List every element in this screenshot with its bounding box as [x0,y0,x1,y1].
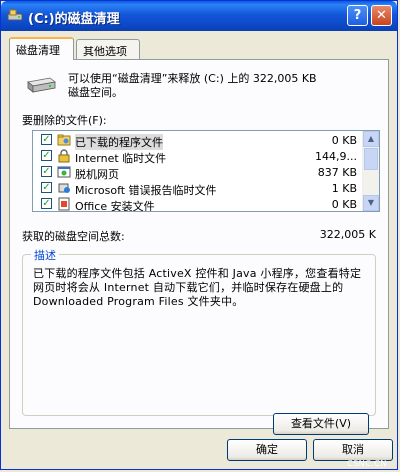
tab-more-options[interactable]: 其他选项 [76,39,140,59]
disk-cleanup-window: (C:)的磁盘清理 ? ✕ 磁盘清理 其他选项 可以使用“磁盘清理”来释放 (C… [0,0,398,470]
item-size: 0 KB [331,198,357,211]
file-list-label: 要删除的文件(F): [22,114,107,127]
summary-line-2: 磁盘空间。 [68,86,123,99]
list-item[interactable]: ✓ Office 安装文件 0 KB [33,196,363,212]
item-size: 837 KB [317,166,357,179]
watermark: CSNC.CN [347,459,387,468]
item-size: 1 KB [331,182,357,195]
list-item[interactable]: ✓ 已下载的程序文件 0 KB [33,132,363,150]
folder-icon [57,134,71,146]
total-space-label: 获取的磁盘空间总数: [22,230,125,243]
tab-disk-cleanup[interactable]: 磁盘清理 [9,37,74,60]
list-scrollbar[interactable]: ▲ ▼ [362,131,379,211]
office-icon [58,197,70,211]
list-item[interactable]: ✓ Internet 临时文件 144,9... [33,148,363,165]
description-text: 已下载的程序文件包括 ActiveX 控件和 Java 小程序，您查看特定网页时… [33,267,362,308]
window-title: (C:)的磁盘清理 [28,12,120,27]
scroll-up-button[interactable]: ▲ [363,131,379,147]
close-button[interactable]: ✕ [371,5,392,26]
description-legend: 描述 [31,247,59,263]
checkbox[interactable]: ✓ [41,166,52,177]
item-size: 0 KB [331,134,357,147]
hard-drive-icon [27,77,56,93]
lock-icon [58,149,70,163]
view-files-button[interactable]: 查看文件(V) [273,413,369,435]
scroll-thumb[interactable] [364,148,378,170]
total-space-value: 322,005 K [319,228,376,241]
list-item[interactable]: ✓ 脱机网页 837 KB [33,164,363,181]
scroll-down-button[interactable]: ▼ [363,195,379,211]
checkbox[interactable]: ✓ [41,134,52,145]
tab-panel: 可以使用“磁盘清理”来释放 (C:) 上的 322,005 KB 磁盘空间。 要… [9,59,389,435]
file-list[interactable]: ✓ 已下载的程序文件 0 KB ✓ Internet 临时文件 144,9...… [32,130,380,212]
item-size: 144,9... [315,150,357,163]
list-item[interactable]: ✓ Microsoft 错误报告临时文件 1 KB [33,180,363,197]
checkbox[interactable]: ✓ [41,182,52,193]
checkbox[interactable]: ✓ [41,150,52,161]
description-group: 描述 已下载的程序文件包括 ActiveX 控件和 Java 小程序，您查看特定… [22,247,376,435]
disk-cleanup-icon [7,9,23,21]
offline-page-icon [57,166,71,178]
help-button[interactable]: ? [347,5,368,26]
cancel-button[interactable]: 取消 [313,439,393,461]
checkbox[interactable]: ✓ [41,198,52,209]
item-name: Office 安装文件 [75,200,155,212]
ok-button[interactable]: 确定 [227,439,307,461]
title-bar[interactable]: (C:)的磁盘清理 ? ✕ [1,1,397,31]
error-report-icon [58,183,70,193]
